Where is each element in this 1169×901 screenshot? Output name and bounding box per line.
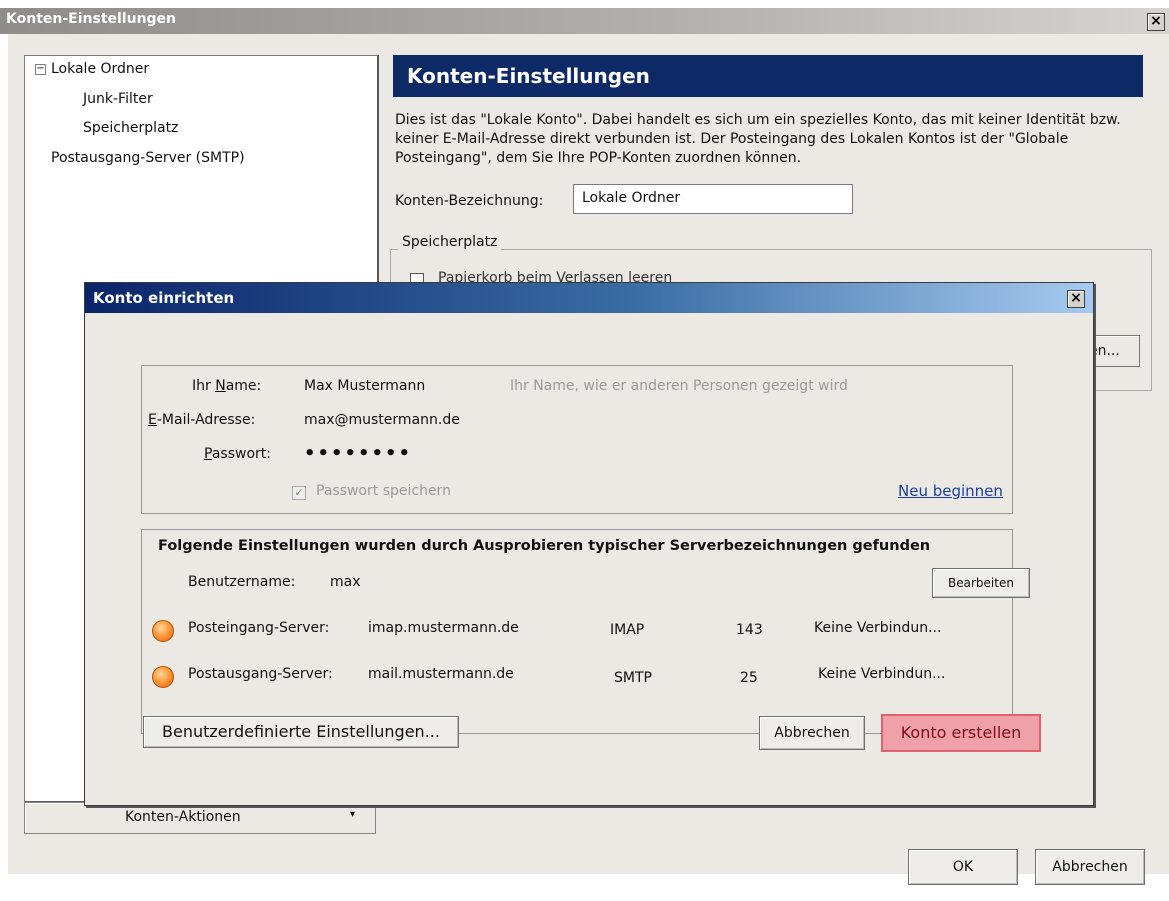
outgoing-server-port: 25 [740,670,758,686]
account-actions-dropdown[interactable]: Konten-Aktionen ▾ [24,802,376,834]
account-description: Dies ist das "Lokale Konto". Dabei hande… [395,112,1121,166]
dialog-title: Konto einrichten [93,289,235,307]
password-label: Passwort: [204,446,271,462]
name-field[interactable]: Max Mustermann [304,378,425,394]
collapse-icon[interactable]: − [35,64,46,75]
tree-item-lokale-ordner[interactable]: Lokale Ordner [51,61,149,77]
incoming-server-label: Posteingang-Server: [188,620,330,636]
chevron-down-icon: ▾ [350,809,356,820]
name-hint: Ihr Name, wie er anderen Personen gezeig… [510,378,848,394]
incoming-server-status: Keine Verbindun... [814,620,942,636]
name-label: Ihr Name: [192,378,262,394]
account-actions-label: Konten-Aktionen [125,809,241,825]
ok-button[interactable]: OK [908,849,1018,885]
window-title: Konten-Einstellungen [6,11,177,27]
storage-group-label: Speicherplatz [398,234,502,250]
incoming-server-host: imap.mustermann.de [368,620,519,636]
outgoing-server-status: Keine Verbindun... [818,666,946,682]
account-setup-dialog: Konto einrichten × Ihr Name: Max Musterm… [84,282,1094,806]
username-value: max [330,574,361,590]
found-settings-section: Folgende Einstellungen wurden durch Ausp… [141,529,1030,734]
dialog-close-icon[interactable]: × [1067,290,1085,308]
main-close-icon[interactable]: × [1147,13,1165,31]
username-label: Benutzername: [188,574,296,590]
account-name-label: Konten-Bezeichnung: [395,193,544,209]
tree-item-speicherplatz[interactable]: Speicherplatz [83,120,178,136]
outgoing-server-protocol: SMTP [614,670,652,686]
account-name-input[interactable]: Lokale Ordner [573,184,853,214]
settings-header: Konten-Einstellungen [393,55,1143,97]
tree-item-smtp[interactable]: Postausgang-Server (SMTP) [51,150,245,166]
found-settings-heading: Folgende Einstellungen wurden durch Ausp… [158,538,931,554]
remember-password-checkbox[interactable]: ✓ [292,486,306,500]
page-title: Konten-Einstellungen [407,64,650,88]
credentials-section: Ihr Name: Max Mustermann Ihr Name, wie e… [141,365,1013,514]
dialog-titlebar: Konto einrichten × [85,283,1093,313]
email-field[interactable]: max@mustermann.de [304,412,460,428]
restart-link[interactable]: Neu beginnen [898,482,1003,500]
status-warning-icon [152,620,174,642]
tree-item-junk-filter[interactable]: Junk-Filter [83,91,153,107]
incoming-server-protocol: IMAP [610,622,645,638]
status-warning-icon [152,666,174,688]
edit-button[interactable]: Bearbeiten [932,568,1030,598]
cancel-button[interactable]: Abbrechen [1035,849,1145,885]
outgoing-server-label: Postausgang-Server: [188,666,333,682]
dialog-cancel-button[interactable]: Abbrechen [759,716,865,750]
incoming-server-port: 143 [736,622,763,638]
email-label: E-Mail-Adresse: [148,412,256,428]
remember-password-label: Passwort speichern [316,483,451,499]
custom-settings-button[interactable]: Benutzerdefinierte Einstellungen... [143,716,459,748]
password-field[interactable]: •••••••• [304,443,412,464]
outgoing-server-host: mail.mustermann.de [368,666,514,682]
create-account-button[interactable]: Konto erstellen [881,714,1041,752]
main-titlebar: Konten-Einstellungen [0,8,1169,34]
